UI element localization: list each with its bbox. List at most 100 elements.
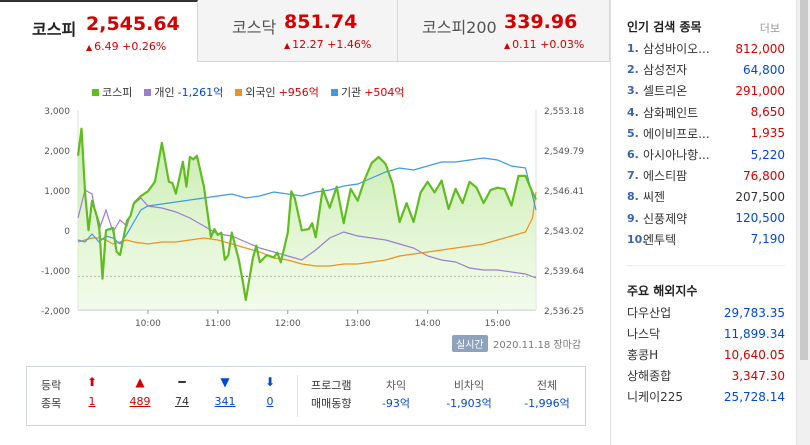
rank-number: 5.: [627, 126, 639, 140]
x-tick-label: 12:00: [275, 319, 301, 329]
triangle-down-icon: ▼: [220, 375, 230, 389]
date-label: 2020.11.18 장마감: [493, 340, 582, 351]
popular-item[interactable]: 7. 에스티팜 76,800: [627, 165, 785, 186]
index-value: 10,640.05: [723, 347, 785, 362]
stock-count-link[interactable]: 1: [77, 395, 107, 408]
tab-kosdaq[interactable]: 코스닥 851.74 ▲ 12.27 +1.46%: [198, 0, 398, 62]
stock-count-link[interactable]: 0: [255, 395, 285, 408]
label-line: 등락: [41, 379, 62, 392]
popular-item[interactable]: 4. 삼화페인트 8,650: [627, 102, 785, 123]
label-line: 프로그램: [311, 379, 352, 392]
stock-name[interactable]: 에스티팜: [643, 167, 725, 184]
stock-price: 812,000: [735, 41, 785, 56]
legend-swatch: [330, 88, 338, 96]
intraday-chart[interactable]: 3,000 2,000 1,000 0 -1,000 -2,000 2,553.18 2,54…: [0, 100, 600, 330]
y-tick-label-right: 2,539.64: [544, 267, 584, 277]
tab-value: 2,545.64: [86, 13, 180, 35]
legend-swatch: [144, 88, 152, 96]
stock-name[interactable]: 씨젠: [643, 188, 725, 205]
col-header: 차익: [385, 379, 407, 392]
tab-value: 851.74: [284, 11, 358, 33]
series-area-kospi: [78, 128, 536, 310]
tab-name: 코스닥: [232, 18, 277, 37]
legend-value: +504억: [364, 86, 405, 99]
popular-item[interactable]: 10. 엔투텍 7,190: [627, 229, 785, 250]
stock-count-link[interactable]: 74: [167, 395, 197, 408]
legend-value: -1,261억: [177, 86, 224, 99]
popular-title: 인기 검색 종목: [627, 20, 702, 34]
stock-price: 8,650: [750, 105, 785, 120]
rank-number: 1.: [627, 42, 639, 56]
legend-item-kospi[interactable]: 코스피: [92, 84, 132, 100]
legend-label: 기관: [340, 86, 362, 99]
col-value: -1,996억: [524, 397, 570, 410]
legend-item-foreign[interactable]: 외국인 +956억: [235, 84, 319, 100]
tab-name: 코스피: [32, 20, 77, 39]
stock-name[interactable]: 에이비프로...: [643, 125, 725, 142]
rank-number: 7.: [627, 169, 639, 183]
legend-swatch: [235, 88, 243, 96]
stock-name[interactable]: 엔투텍: [643, 231, 725, 248]
popular-item[interactable]: 6. 아시아나항... 5,220: [627, 144, 785, 165]
index-tabs: 코스피 2,545.64 ▲ 6.49 +0.26% 코스닥 851.74 ▲ 12…: [0, 0, 610, 62]
tab-value: 339.96: [504, 11, 578, 33]
x-tick-label: 14:00: [415, 319, 441, 329]
tab-change-text: 6.49 +0.26%: [94, 40, 167, 53]
stock-price: 76,800: [743, 168, 785, 183]
x-tick-label: 11:00: [205, 319, 231, 329]
realtime-badge[interactable]: 실시간: [452, 335, 488, 352]
world-index-item[interactable]: 상해종합 3,347.30: [627, 365, 785, 386]
scrollbar[interactable]: [796, 0, 810, 445]
rank-number: 4.: [627, 105, 639, 119]
world-index-item[interactable]: 나스닥 11,899.34: [627, 323, 785, 344]
divider: [627, 265, 785, 266]
index-value: 3,347.30: [731, 368, 785, 383]
popular-item[interactable]: 9. 신풍제약 120,500: [627, 208, 785, 229]
popular-item[interactable]: 2. 삼성전자 64,800: [627, 59, 785, 80]
tab-kospi200[interactable]: 코스피200 339.96 ▲ 0.11 +0.03%: [398, 0, 610, 62]
market-breadth-panel: 등락 종목 ⬆ 1 ▲ 489 ━ 74 ▼ 341 ⬇ 0 프로그램 매매동향 차익 -93억 …: [26, 366, 586, 426]
y-tick-label-left: 1,000: [44, 187, 70, 197]
program-col-non-arbitrage: 비차익 -1,903억: [437, 377, 501, 413]
stock-price: 5,220: [750, 147, 785, 162]
legend-label: 개인: [154, 86, 175, 99]
scrollbar-thumb[interactable]: [800, 0, 808, 360]
stock-count-link[interactable]: 489: [125, 395, 155, 408]
stock-name[interactable]: 셀트리온: [643, 82, 725, 99]
tab-change-text: 0.11 +0.03%: [512, 38, 585, 51]
legend-label: 코스피: [102, 86, 133, 99]
popular-item[interactable]: 3. 셀트리온 291,000: [627, 80, 785, 101]
world-index-item[interactable]: 홍콩H 10,640.05: [627, 344, 785, 365]
y-tick-label-right: 2,546.41: [544, 187, 584, 197]
arrow-down-bold-icon: ⬇: [264, 375, 276, 389]
popular-item[interactable]: 5. 에이비프로... 1,935: [627, 123, 785, 144]
stock-count-link[interactable]: 341: [210, 395, 240, 408]
world-index-item[interactable]: 다우산업 29,783.35: [627, 302, 785, 323]
chart-legend: 코스피 개인 -1,261억 외국인 +956억 기관 +504억: [92, 84, 405, 100]
more-link[interactable]: 더보: [760, 20, 780, 36]
index-name[interactable]: 홍콩H: [627, 346, 724, 363]
stock-name[interactable]: 삼성전자: [643, 61, 725, 78]
popular-item[interactable]: 8. 씨젠 207,500: [627, 186, 785, 207]
popular-item[interactable]: 1. 삼성바이오... 812,000: [627, 38, 785, 59]
legend-item-individual[interactable]: 개인 -1,261억: [144, 84, 223, 100]
advance-decline-arrow-down-bold: ⬇ 0: [255, 375, 285, 408]
triangle-up-icon: ▲: [504, 41, 511, 50]
advance-decline-triangle-down: ▼ 341: [210, 375, 240, 408]
legend-item-institution[interactable]: 기관 +504억: [330, 84, 405, 100]
rank-number: 2.: [627, 63, 639, 77]
index-name[interactable]: 나스닥: [627, 325, 724, 342]
index-name[interactable]: 상해종합: [627, 367, 732, 384]
stock-price: 1,935: [750, 126, 785, 141]
world-index-item[interactable]: 니케이225 25,728.14: [627, 386, 785, 407]
tab-kospi[interactable]: 코스피 2,545.64 ▲ 6.49 +0.26%: [0, 0, 198, 62]
program-col-total: 전체 -1,996억: [515, 377, 579, 413]
index-value: 29,783.35: [723, 305, 785, 320]
stock-name[interactable]: 삼화페인트: [643, 104, 725, 121]
stock-name[interactable]: 신풍제약: [643, 210, 725, 227]
stock-name[interactable]: 삼성바이오...: [643, 40, 725, 57]
index-name[interactable]: 다우산업: [627, 304, 724, 321]
stock-name[interactable]: 아시아나항...: [643, 146, 725, 163]
y-tick-label-left: -1,000: [41, 267, 70, 277]
index-name[interactable]: 니케이225: [627, 388, 724, 405]
